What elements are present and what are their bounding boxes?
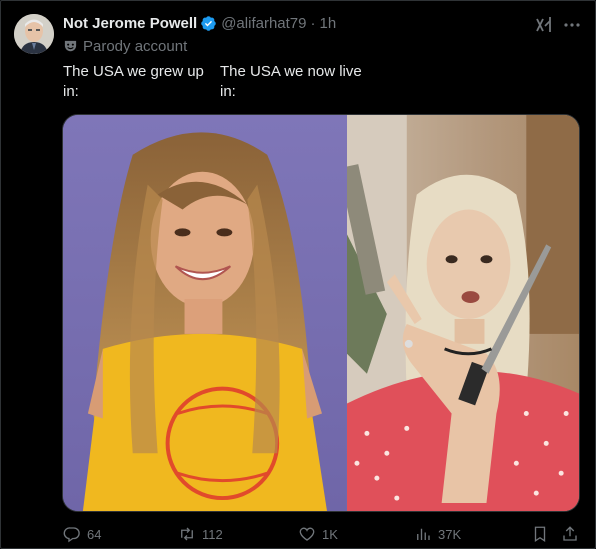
separator-dot: · xyxy=(310,14,316,32)
photo-left[interactable] xyxy=(63,115,347,511)
like-count: 1K xyxy=(322,526,338,542)
handle[interactable]: @alifarhat79 xyxy=(221,15,306,32)
views-count: 37K xyxy=(438,526,462,542)
grok-icon[interactable] xyxy=(534,15,554,35)
caption-right: The USA we now live in: xyxy=(220,63,362,100)
retweet-count: 112 xyxy=(202,526,223,542)
more-options-icon[interactable] xyxy=(562,15,582,35)
photo-left-image xyxy=(63,115,347,511)
retweet-icon xyxy=(181,527,193,541)
tweet-header: Not Jerome Powell @alifarhat79 · 1h xyxy=(63,13,336,33)
avatar[interactable] xyxy=(14,14,54,54)
photo-right[interactable] xyxy=(346,115,579,511)
heart-icon xyxy=(299,527,315,541)
reply-count: 64 xyxy=(87,526,102,542)
verified-badge-icon[interactable] xyxy=(200,15,217,32)
retweet-button[interactable]: 112 xyxy=(178,524,223,544)
parody-mask-icon xyxy=(63,39,78,54)
share-button[interactable] xyxy=(561,524,579,544)
avatar-photo xyxy=(14,14,54,54)
tweet-card[interactable]: Not Jerome Powell @alifarhat79 · 1h Paro… xyxy=(0,0,596,549)
photo-right-image xyxy=(346,115,579,511)
media-grid[interactable] xyxy=(62,114,580,512)
reply-button[interactable]: 64 xyxy=(63,524,101,544)
parody-label: Parody account xyxy=(63,38,187,55)
timestamp[interactable]: 1h xyxy=(319,15,336,32)
action-bar: 64 112 1K 37K xyxy=(1,524,596,546)
bookmark-icon xyxy=(534,526,546,543)
display-name[interactable]: Not Jerome Powell xyxy=(63,15,197,32)
views-chart-icon xyxy=(417,528,430,540)
views-button[interactable]: 37K xyxy=(414,524,461,544)
bookmark-button[interactable] xyxy=(531,524,549,544)
caption-left: The USA we grew up in: xyxy=(63,63,204,100)
parody-label-text: Parody account xyxy=(83,38,188,55)
like-button[interactable]: 1K xyxy=(298,524,338,544)
reply-icon xyxy=(63,527,80,543)
share-icon xyxy=(563,526,577,541)
